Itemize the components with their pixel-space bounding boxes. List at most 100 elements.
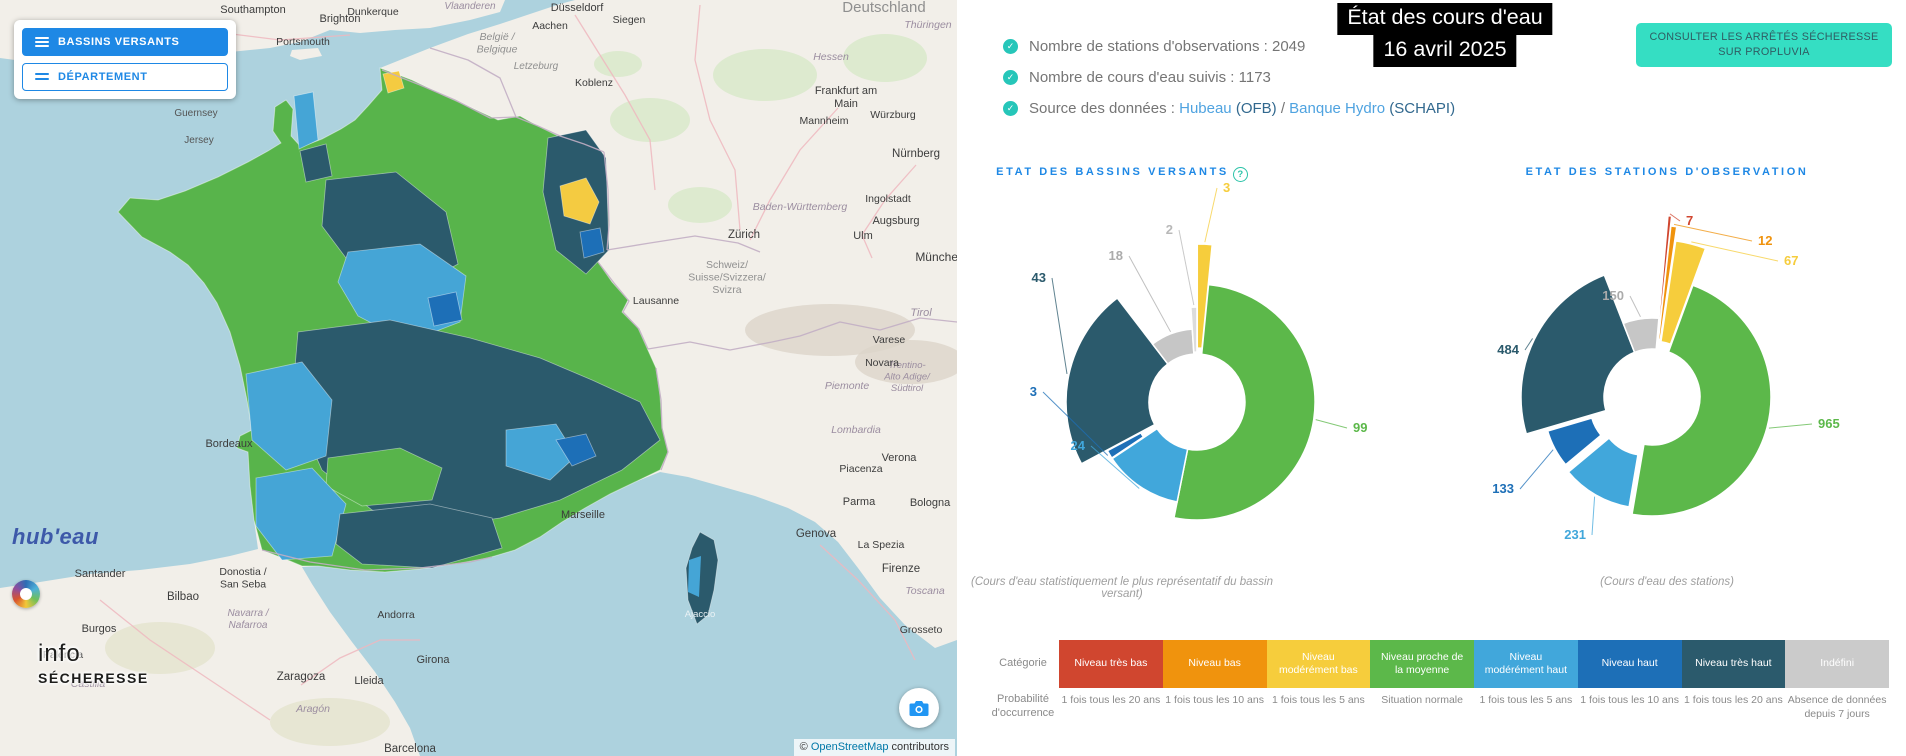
stat-source-text: Source des données : Hubeau (OFB) / Banq…: [1029, 100, 1455, 117]
map-label: Guernsey: [174, 108, 217, 119]
donut-slice-label: 965: [1818, 416, 1840, 431]
page-title-line2: 16 avril 2025: [1373, 35, 1516, 67]
legend-occurrence-cell: 1 fois tous les 10 ans: [1163, 692, 1267, 721]
legend-category-cell: Niveau modérément bas: [1267, 640, 1371, 688]
donut-slice-label: 2: [1166, 222, 1173, 237]
sliders-icon: [35, 36, 49, 48]
legend-row-label-occurrence: Probabilité d'occurrence: [987, 692, 1059, 721]
chart-caption-stations: (Cours d'eau des stations): [1517, 576, 1817, 588]
donut-slice-label: 150: [1602, 288, 1624, 303]
label-leader-line: [1630, 296, 1640, 317]
map-label: Burgos: [82, 623, 117, 635]
map-label: Bologna: [910, 497, 951, 509]
attribution-prefix: ©: [800, 741, 811, 753]
propluvia-button[interactable]: CONSULTER LES ARRÊTÉS SÉCHERESSE SUR PRO…: [1636, 23, 1892, 67]
map-label: Marseille: [561, 509, 605, 521]
attribution-suffix: contributors: [888, 741, 949, 753]
screenshot-camera-button[interactable]: [899, 688, 939, 728]
donut-slice-label: 12: [1758, 233, 1772, 248]
donut-slice-label: 231: [1564, 527, 1586, 542]
donut-slice-label: 3: [1030, 384, 1037, 399]
map-label: Tirol: [910, 307, 932, 319]
map-label: Toscana: [905, 585, 944, 597]
map-label: Würzburg: [870, 109, 916, 121]
info-logo-line1: info: [38, 640, 149, 668]
chart-title-bassins-text: ETAT DES BASSINS VERSANTS: [996, 166, 1229, 178]
basin-region[interactable]: [428, 292, 462, 326]
info-logo-line2: SÉCHERESSE: [38, 670, 149, 686]
basin-region[interactable]: [300, 144, 332, 182]
legend-row-label-category: Catégorie: [987, 640, 1059, 688]
source-ofb: (OFB): [1232, 100, 1277, 117]
donut-slice-label: 67: [1784, 253, 1798, 268]
chart-title-stations: ETAT DES STATIONS D'OBSERVATION: [1452, 166, 1882, 178]
map-label: Southampton: [220, 4, 285, 16]
donut-slice-label: 24: [1071, 438, 1086, 453]
map-layer-controls: BASSINS VERSANTS DÉPARTEMENT: [14, 20, 236, 99]
map-label: Dunkerque: [347, 6, 399, 18]
map-label: Bordeaux: [205, 438, 253, 450]
landuse-patch: [270, 698, 390, 746]
map-label: Bilbao: [167, 591, 199, 603]
map-label: België /Belgique: [477, 31, 518, 56]
map-label: Zaragoza: [277, 671, 326, 683]
departement-label: DÉPARTEMENT: [58, 71, 148, 83]
page-title-line1: État des cours d'eau: [1337, 3, 1552, 35]
donut-slice-label: 7: [1686, 213, 1693, 228]
map-label: Aachen: [532, 20, 568, 32]
donut-slice-label: 43: [1032, 270, 1046, 285]
donut-slice-label: 18: [1109, 248, 1123, 263]
legend-category-cell: Niveau proche de la moyenne: [1370, 640, 1474, 688]
donut-slice-label: 484: [1497, 342, 1519, 357]
legend-occurrence-cell: 1 fois tous les 10 ans: [1578, 692, 1682, 721]
check-icon: ✓: [1003, 70, 1018, 85]
map-label: Lausanne: [633, 295, 679, 307]
map-label: Ingolstadt: [865, 193, 911, 205]
donut-slice-label: 99: [1353, 420, 1367, 435]
donut-chart-stations[interactable]: 71267965231133484150: [1422, 178, 1882, 570]
legend-occurrence-cell: 1 fois tous les 20 ans: [1682, 692, 1786, 721]
map-label: Piacenza: [839, 463, 882, 475]
label-leader-line: [1052, 278, 1067, 374]
map-label: Thüringen: [904, 19, 951, 31]
legend-occurrence-cell: 1 fois tous les 5 ans: [1267, 692, 1371, 721]
map-label: Andorra: [377, 609, 415, 621]
departement-button[interactable]: DÉPARTEMENT: [22, 63, 228, 91]
map-label: Jersey: [184, 135, 213, 146]
map-label: Lombardia: [831, 424, 881, 436]
dashboard-panel: ✓ Nombre de stations d'observations : 20…: [957, 0, 1906, 756]
landuse-patch: [594, 51, 642, 77]
hubeau-logo: hub'eau: [12, 524, 99, 550]
banque-hydro-link[interactable]: Banque Hydro: [1289, 100, 1385, 117]
page-title: État des cours d'eau 16 avril 2025: [1337, 3, 1552, 67]
sliders-icon: [35, 71, 49, 83]
map-attribution: © OpenStreetMap contributors: [794, 739, 955, 756]
landuse-patch: [713, 49, 817, 101]
check-icon: ✓: [1003, 39, 1018, 54]
label-leader-line: [1205, 188, 1217, 242]
bassins-versants-button[interactable]: BASSINS VERSANTS: [22, 28, 228, 56]
legend-occurrence-cell: 1 fois tous les 20 ans: [1059, 692, 1163, 721]
map-label: Koblenz: [575, 77, 613, 89]
legend-category-cell: Niveau très haut: [1682, 640, 1786, 688]
map-label: Vlaanderen: [444, 1, 496, 12]
source-separator: /: [1277, 100, 1290, 117]
stat-cours-eau: ✓ Nombre de cours d'eau suivis : 1173: [1003, 69, 1455, 86]
source-schapi: (SCHAPI): [1385, 100, 1455, 117]
donut-slice-label: 3: [1223, 180, 1230, 195]
landuse-patch: [610, 98, 690, 142]
label-leader-line: [1316, 420, 1347, 428]
map-label: Barcelona: [384, 743, 436, 755]
chart-caption-bassins: (Cours d'eau statistiquement le plus rep…: [962, 576, 1282, 600]
camera-icon: [909, 700, 929, 717]
map-pane: BordeauxExeterSouthamptonBrightonPortsmo…: [0, 0, 957, 756]
map-label: Girona: [416, 654, 450, 666]
hubeau-link[interactable]: Hubeau: [1179, 100, 1232, 117]
chart-title-stations-text: ETAT DES STATIONS D'OBSERVATION: [1526, 166, 1809, 178]
openstreetmap-link[interactable]: OpenStreetMap: [811, 741, 889, 753]
propluvia-line2: SUR PROPLUVIA: [1718, 46, 1810, 58]
map-label: Portsmouth: [276, 36, 330, 48]
donut-chart-bassins[interactable]: 3 99 24 3 43 18 2: [967, 178, 1427, 570]
map-label: La Spezia: [858, 539, 905, 551]
corsica-basin-light[interactable]: [688, 556, 701, 597]
